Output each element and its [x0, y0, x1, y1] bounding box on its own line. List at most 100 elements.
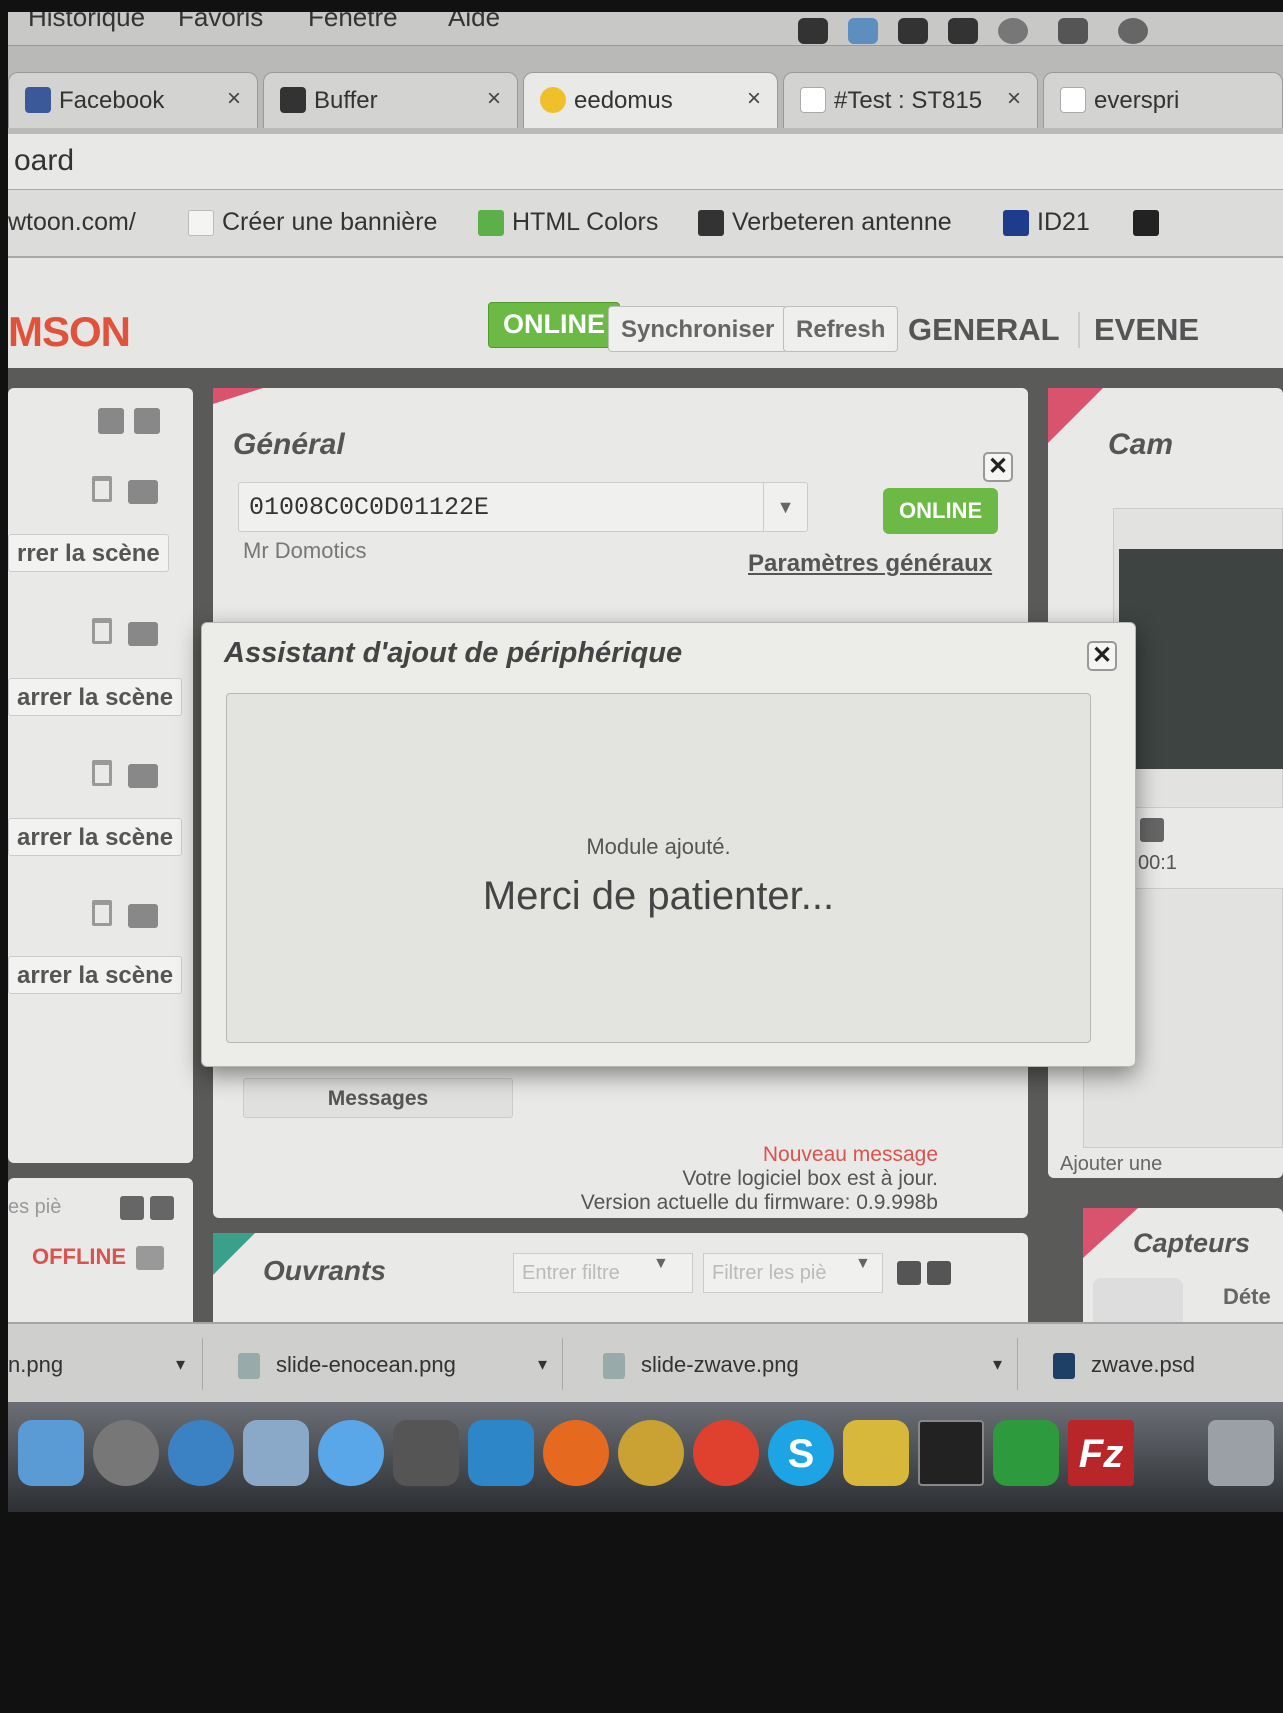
close-icon[interactable]: × [747, 85, 761, 113]
camera-image [1119, 549, 1283, 769]
scene-button[interactable]: arrer la scène [8, 678, 183, 716]
address-bar[interactable]: oard [8, 134, 1283, 190]
folder-icon[interactable] [136, 1246, 164, 1270]
evernote-icon[interactable] [948, 18, 978, 44]
wireless-icon[interactable] [843, 1420, 909, 1486]
bookmark-wtoon[interactable]: wtoon.com/ [8, 208, 136, 237]
box-select[interactable]: 01008C0C0D01122E ▼ [238, 482, 808, 532]
mail-icon[interactable] [243, 1420, 309, 1486]
trash-icon[interactable] [1208, 1420, 1274, 1486]
chevron-down-icon[interactable]: ▼ [855, 1255, 871, 1273]
help-icon[interactable] [150, 1196, 174, 1220]
address-text[interactable]: oard [14, 144, 74, 178]
nav-general[interactable]: GENERAL [908, 312, 1060, 348]
file-icon [603, 1353, 625, 1380]
firefox-icon[interactable] [543, 1420, 609, 1486]
dropbox-icon[interactable] [848, 18, 878, 44]
chrome-icon[interactable] [693, 1420, 759, 1486]
capteurs-title: Capteurs [1133, 1228, 1251, 1258]
add-icon[interactable] [98, 408, 124, 434]
chevron-down-icon[interactable]: ▾ [538, 1354, 547, 1375]
download-item[interactable]: zwave.psd [1028, 1338, 1283, 1390]
trash-icon[interactable] [92, 618, 112, 644]
eye-icon[interactable] [998, 18, 1028, 44]
menu-fenetre[interactable]: Fenêtre [308, 12, 398, 33]
folder-icon[interactable] [128, 622, 158, 646]
antenna-icon [698, 210, 724, 237]
chevron-down-icon[interactable]: ▼ [763, 483, 807, 531]
tab-facebook[interactable]: Facebook × [8, 72, 258, 128]
panel-corner [1048, 388, 1103, 443]
nav-events[interactable]: EVENE [1078, 312, 1199, 348]
scene-button[interactable]: arrer la scène [8, 818, 183, 856]
logo: MSON [8, 308, 131, 355]
excel-icon[interactable] [993, 1420, 1059, 1486]
scene-button[interactable]: rrer la scène [8, 534, 169, 572]
chevron-down-icon[interactable]: ▾ [176, 1354, 185, 1375]
chevron-down-icon[interactable]: ▼ [653, 1255, 669, 1273]
folder-icon[interactable] [128, 904, 158, 928]
bookmark-id21[interactable]: ID21 [1003, 208, 1090, 237]
camera-frame [1113, 508, 1283, 808]
sync-button[interactable]: Synchroniser [608, 306, 788, 352]
scene-button[interactable]: arrer la scène [8, 956, 183, 994]
panel-corner [213, 388, 263, 404]
general-settings-link[interactable]: Paramètres généraux [748, 550, 992, 578]
add-camera-link[interactable]: Ajouter une [1060, 1153, 1162, 1176]
close-icon[interactable]: × [227, 85, 241, 113]
tab-label: Facebook [59, 87, 165, 114]
tab-test[interactable]: #Test : ST815 × [783, 72, 1038, 128]
filter-pieces[interactable]: es piè [8, 1196, 61, 1219]
tab-label: eedomus [574, 87, 673, 114]
tab-everspring[interactable]: everspri [1043, 72, 1283, 128]
app-status-icon[interactable] [798, 18, 828, 44]
tab-buffer[interactable]: Buffer × [263, 72, 518, 128]
bookmark-html-colors[interactable]: HTML Colors [478, 208, 658, 237]
skype-glyph: S [787, 1432, 815, 1476]
tab-eedomus[interactable]: eedomus × [523, 72, 778, 128]
close-icon[interactable]: ✕ [983, 452, 1013, 482]
buffer-icon [280, 87, 306, 113]
close-icon[interactable]: × [487, 85, 501, 113]
downloads-bar: n.png ▾ slide-enocean.png ▾ slide-zwave.… [8, 1322, 1283, 1402]
folder-icon[interactable] [128, 480, 158, 504]
screen: Historique Favoris Fenêtre Aide Facebook… [8, 12, 1283, 1512]
close-icon[interactable]: × [1007, 85, 1021, 113]
messages-icon[interactable] [318, 1420, 384, 1486]
menu-aide[interactable]: Aide [448, 12, 500, 33]
trash-icon[interactable] [92, 760, 112, 786]
menu-favoris[interactable]: Favoris [178, 12, 263, 33]
help-icon[interactable] [927, 1261, 951, 1285]
trash-icon[interactable] [92, 476, 112, 502]
refresh-button[interactable]: Refresh [783, 306, 899, 352]
bookmark-antenne[interactable]: Verbeteren antenne [698, 208, 952, 237]
refresh-icon[interactable] [1140, 818, 1164, 842]
download-item[interactable]: n.png ▾ [8, 1338, 203, 1390]
google-drive-icon[interactable] [898, 18, 928, 44]
terminal-icon[interactable] [918, 1420, 984, 1486]
tab-bar: Facebook × Buffer × eedomus × #Test : ST… [8, 46, 1283, 134]
chevron-down-icon[interactable]: ▾ [993, 1354, 1002, 1375]
facetime-icon[interactable] [393, 1420, 459, 1486]
bookmark-label: wtoon.com/ [8, 208, 136, 236]
twitter-icon[interactable] [468, 1420, 534, 1486]
window-icon[interactable] [1058, 18, 1088, 44]
bookmark-more[interactable] [1133, 208, 1167, 237]
safari-icon[interactable] [168, 1420, 234, 1486]
close-icon[interactable]: ✕ [1087, 641, 1117, 671]
help-icon[interactable] [134, 408, 160, 434]
eedomus-icon [540, 87, 566, 113]
download-item[interactable]: slide-enocean.png ▾ [218, 1338, 563, 1390]
refresh-icon[interactable] [120, 1196, 144, 1220]
menu-historique[interactable]: Historique [28, 12, 145, 33]
download-item[interactable]: slide-zwave.png ▾ [578, 1338, 1018, 1390]
pacifist-icon[interactable] [618, 1420, 684, 1486]
trash-icon[interactable] [92, 900, 112, 926]
bookmark-banniere[interactable]: Créer une bannière [188, 208, 437, 237]
finder-icon[interactable] [18, 1420, 84, 1486]
launchpad-icon[interactable] [93, 1420, 159, 1486]
messages-tab[interactable]: Messages [243, 1078, 513, 1118]
time-machine-icon[interactable] [1118, 18, 1148, 44]
folder-icon[interactable] [128, 764, 158, 788]
refresh-icon[interactable] [897, 1261, 921, 1285]
